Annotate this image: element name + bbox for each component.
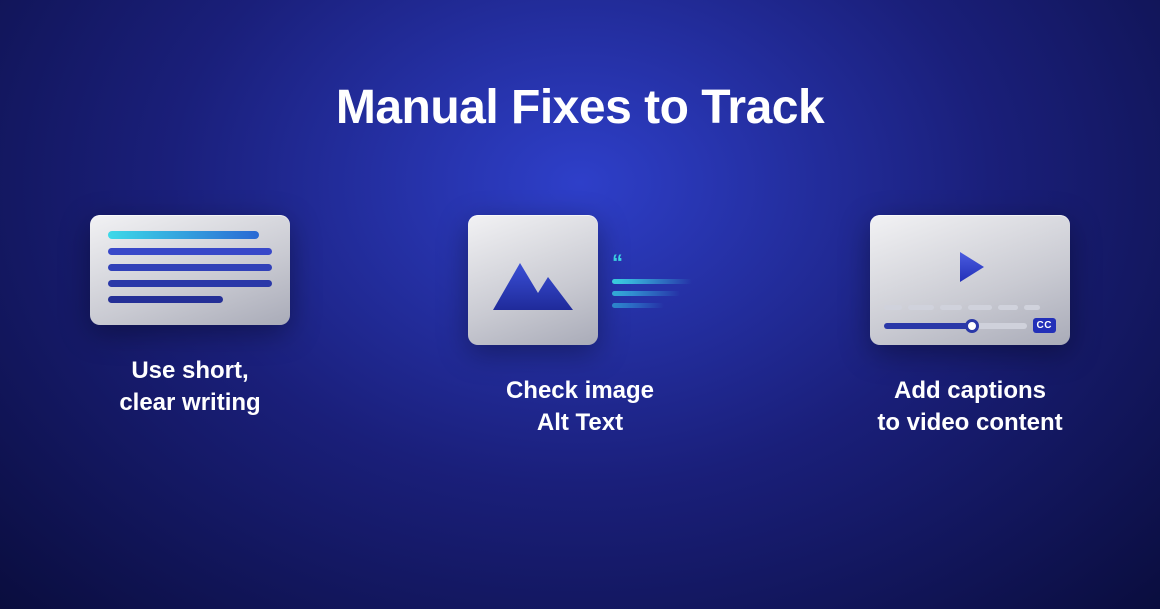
video-progress-thumb [965,319,979,333]
alt-line [612,291,680,296]
alt-text-lines-icon: “ [612,257,692,308]
caption-dash [940,305,962,310]
item-alt-text: “ Check image Alt Text [450,215,710,440]
text-line [108,248,272,255]
play-icon [950,247,990,287]
mountains-icon [488,245,578,315]
caption-dash [998,305,1018,310]
item-label: Check image Alt Text [506,375,654,440]
item-clear-writing: Use short, clear writing [60,215,320,440]
text-line-highlight [108,231,259,239]
image-alt-icon: “ [468,215,692,345]
quote-mark-icon: “ [612,257,692,268]
video-progress-fill [884,323,972,329]
caption-dash [908,305,934,310]
text-lines-icon [90,215,290,325]
caption-dash [968,305,992,310]
caption-dash [884,305,902,310]
video-progress-row: CC [884,318,1056,333]
video-cc-icon: CC [870,215,1070,345]
image-thumbnail-icon [468,215,598,345]
alt-line [612,279,692,284]
item-label: Use short, clear writing [119,355,260,420]
video-play-area [884,229,1056,305]
cc-badge: CC [1033,318,1056,333]
items-row: Use short, clear writing “ [0,215,1160,440]
text-line [108,296,223,303]
alt-line [612,303,664,308]
text-line [108,264,272,271]
text-line [108,280,272,287]
page-title: Manual Fixes to Track [336,80,824,135]
video-progress-track [884,323,1027,329]
caption-dashes [884,305,1056,310]
item-label: Add captions to video content [877,375,1062,440]
caption-dash [1024,305,1040,310]
item-video-captions: CC Add captions to video content [840,215,1100,440]
